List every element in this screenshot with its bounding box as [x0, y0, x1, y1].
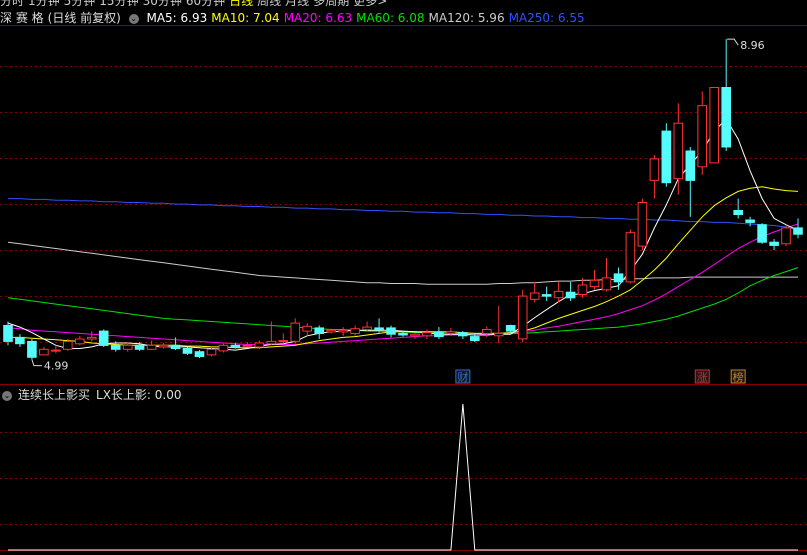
candle-body-8 [98, 330, 109, 346]
candle-body-39 [470, 336, 480, 342]
candle-body-13 [158, 344, 169, 348]
candle-body-15 [182, 348, 193, 354]
candle-body-61 [733, 210, 744, 215]
candle-body-55 [661, 130, 672, 184]
candle-body-28 [338, 329, 348, 333]
candle-body-64 [769, 241, 779, 246]
candle-body-45 [541, 294, 552, 297]
indicator-name: 连续长上影买 [18, 388, 91, 402]
candle-body-18 [218, 344, 229, 352]
lx-indicator-line [8, 403, 798, 551]
candle-body-26 [314, 327, 324, 334]
candle-body-58 [697, 105, 708, 168]
candle-body-24 [290, 322, 301, 342]
candle-body-35 [422, 332, 432, 337]
candle-body-3 [39, 348, 49, 356]
candle-body-9 [110, 344, 121, 350]
candle-body-41 [494, 332, 504, 337]
candle-body-48 [577, 284, 588, 295]
candle-body-21 [254, 342, 265, 348]
chevron-down-icon[interactable]: ⌄ [2, 390, 12, 401]
candle-body-31 [374, 327, 384, 330]
candle-body-36 [434, 332, 444, 338]
event-badge-label-1: 涨 [697, 371, 708, 384]
ma250-line [8, 198, 799, 231]
chart-canvas: 8.96 4.99 财 涨 榜 [0, 25, 807, 551]
candle-body-51 [613, 273, 624, 283]
candle-body-19 [230, 344, 241, 348]
indicator-value: LX长上影: 0.00 [96, 388, 182, 402]
candle-body-34 [410, 333, 420, 337]
candle-body-32 [386, 327, 396, 335]
candle-body-38 [458, 332, 468, 337]
candle-body-11 [134, 344, 145, 350]
candle-body-43 [517, 295, 528, 340]
candle-body-16 [194, 351, 205, 358]
candle-body-14 [170, 344, 181, 349]
candle-body-50 [601, 277, 612, 291]
low-marker [31, 359, 42, 367]
candle-body-47 [565, 291, 576, 299]
candle-body-0 [3, 325, 13, 342]
candle-body-27 [326, 329, 336, 333]
candle-body-49 [589, 279, 600, 288]
candle-body-57 [685, 150, 696, 181]
candle-body-2 [27, 340, 37, 358]
candle-body-12 [146, 344, 157, 350]
candle-body-42 [505, 325, 516, 332]
candle-body-66 [793, 227, 803, 235]
low-price-label: 4.99 [44, 360, 68, 373]
candle-body-17 [206, 348, 217, 356]
candle-body-10 [122, 344, 133, 350]
high-price-label: 8.96 [740, 39, 765, 52]
candle-body-54 [649, 158, 660, 181]
candle-body-44 [529, 292, 540, 300]
candle-body-7 [87, 336, 97, 340]
candle-body-40 [482, 329, 492, 334]
candle-body-23 [278, 340, 289, 343]
event-badge-label-0: 财 [457, 370, 468, 384]
candle-body-52 [625, 232, 636, 283]
candle-body-5 [63, 340, 73, 350]
candle-body-30 [362, 326, 372, 331]
candle-body-22 [266, 340, 277, 345]
high-marker [727, 38, 739, 46]
indicator-header: ⌄ 连续长上影买 LX长上影: 0.00 [2, 386, 188, 402]
candle-body-25 [302, 325, 312, 332]
candle-body-53 [637, 202, 648, 247]
candle-body-56 [673, 122, 684, 180]
candle-body-4 [51, 349, 61, 352]
candle-body-29 [350, 328, 360, 335]
candle-body-60 [721, 87, 732, 148]
candle-body-62 [745, 219, 755, 223]
ma120-line [7, 241, 798, 285]
candle-body-6 [75, 338, 85, 345]
candle-body-1 [15, 336, 25, 345]
candle-body-63 [757, 224, 767, 243]
candle-body-33 [398, 332, 408, 336]
event-badge-label-2: 榜 [733, 370, 744, 384]
candle-body-46 [553, 290, 564, 299]
candle-body-37 [446, 331, 456, 334]
candle-body-65 [781, 227, 791, 245]
candle-body-20 [242, 344, 253, 347]
candle-body-59 [709, 87, 720, 164]
